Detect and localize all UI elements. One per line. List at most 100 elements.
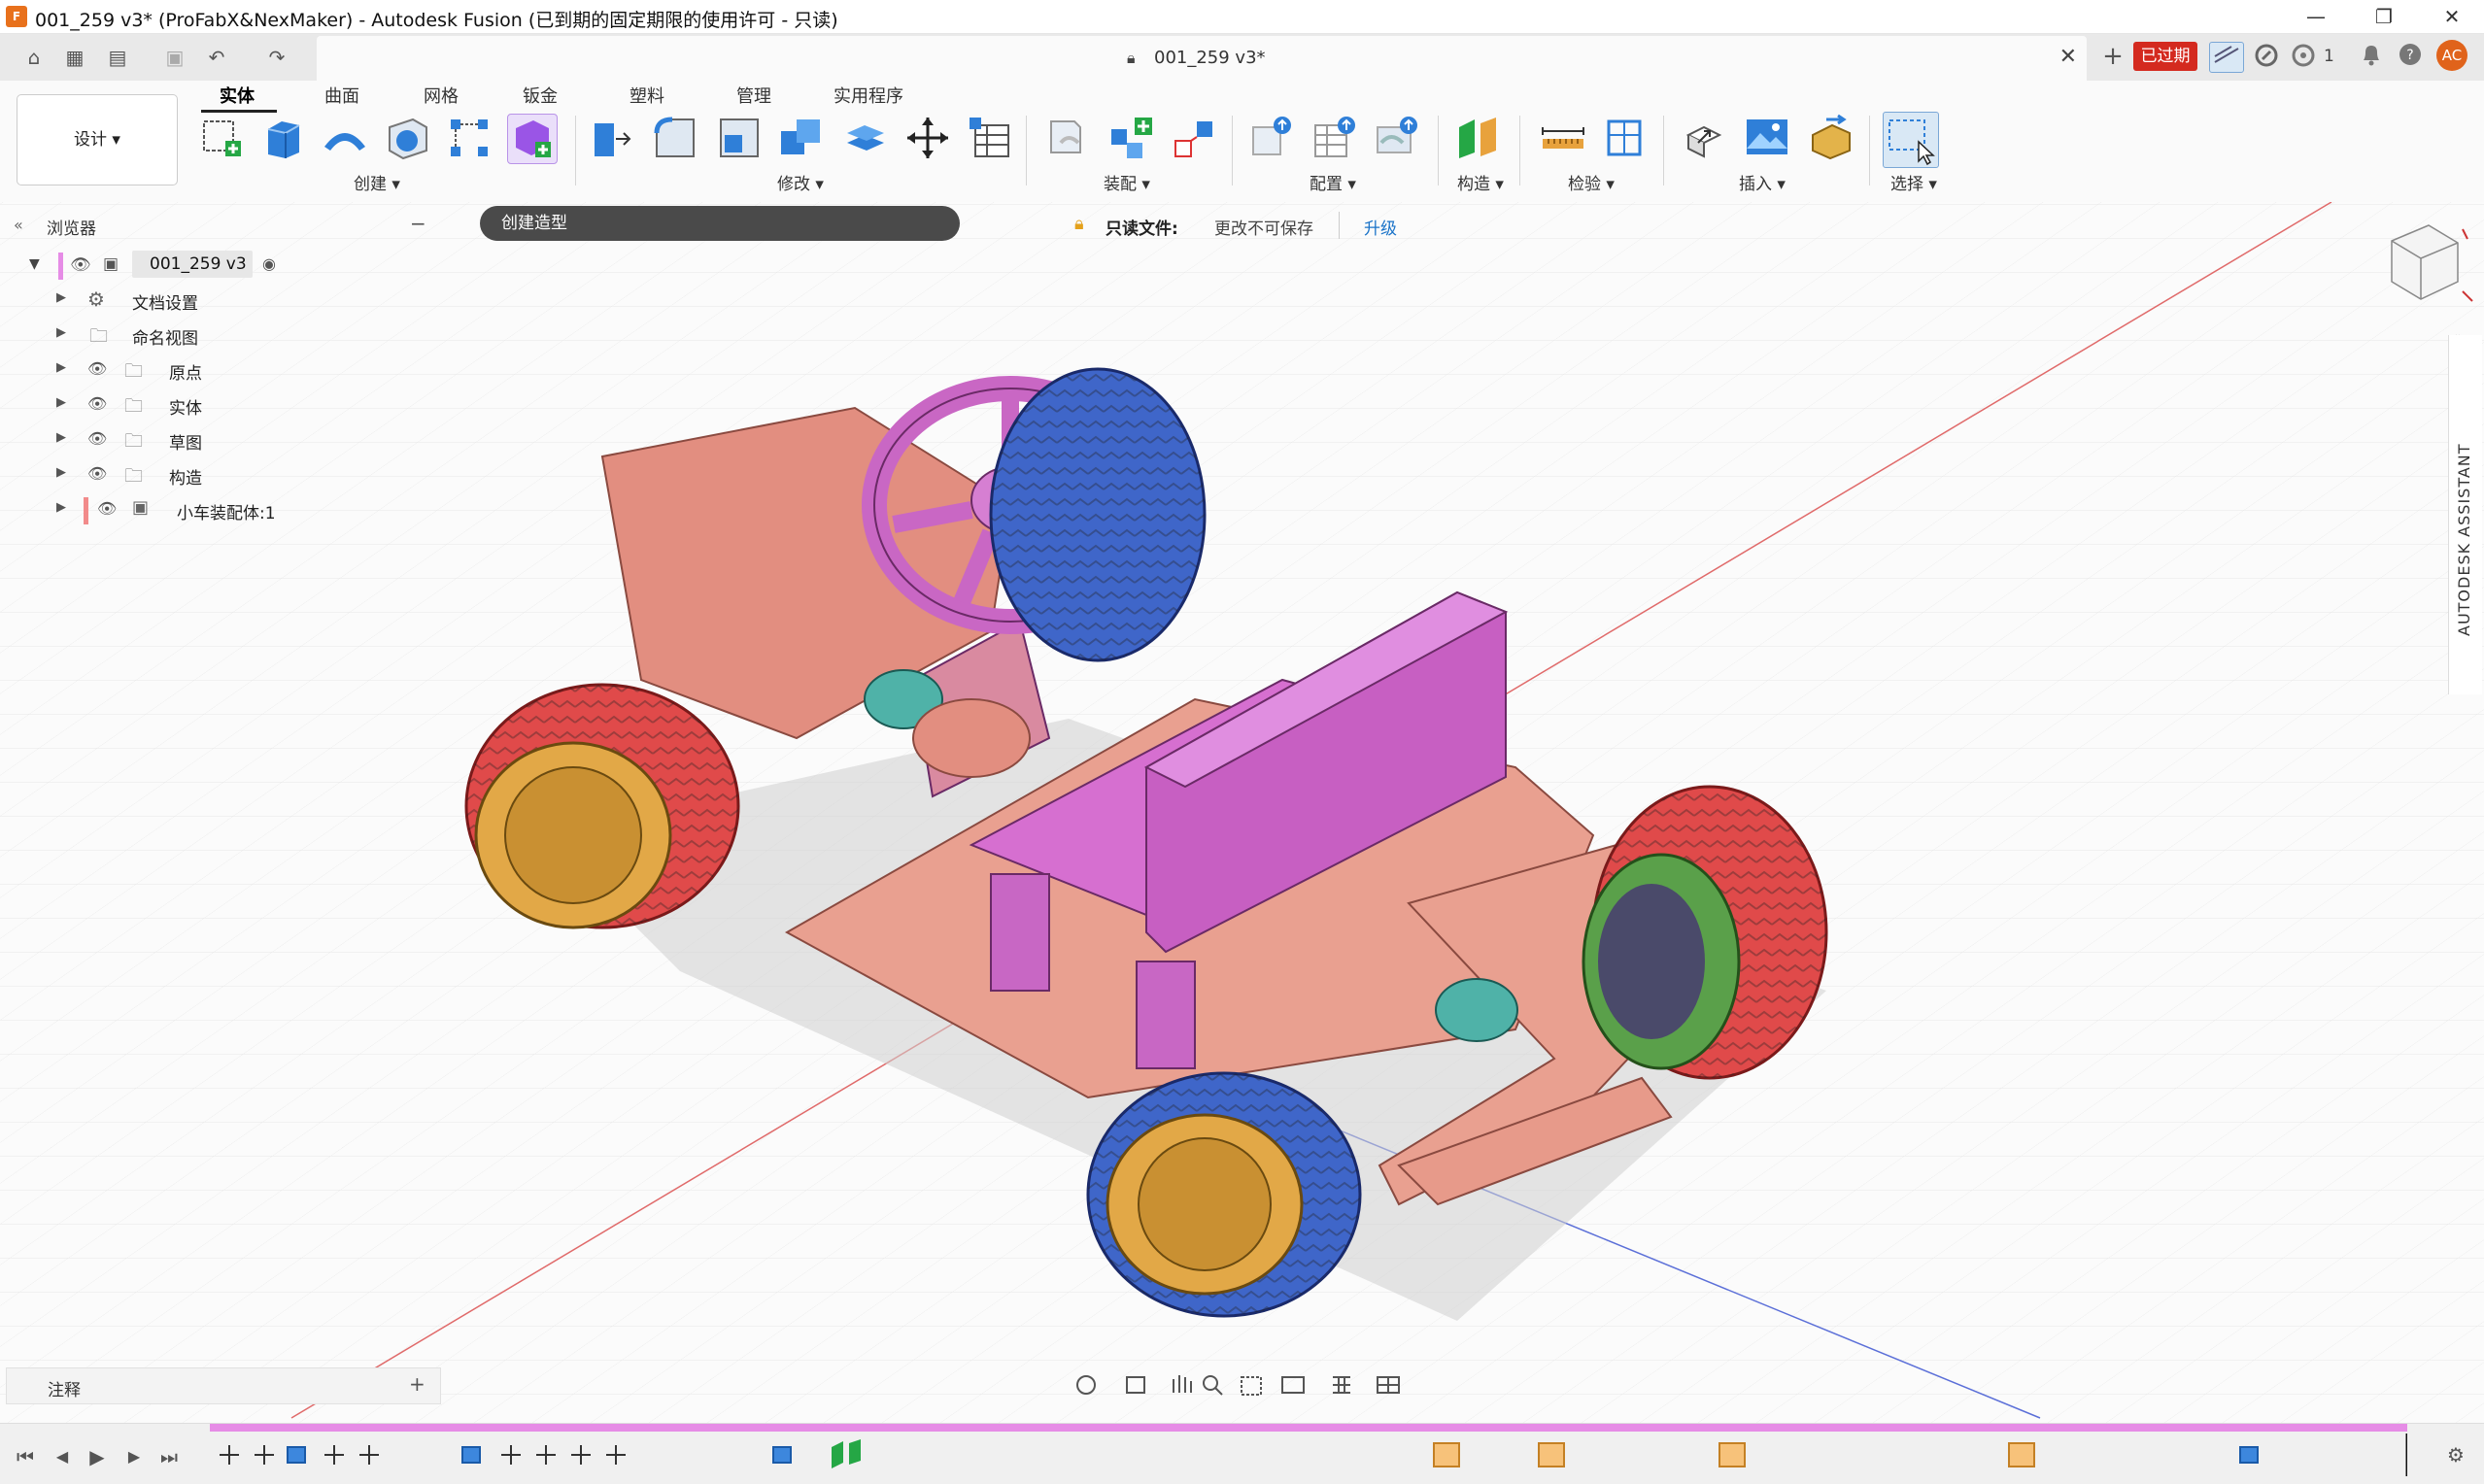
home-icon[interactable]: ⌂ xyxy=(17,44,51,71)
expand-chevron-icon[interactable]: ▶ xyxy=(56,360,66,375)
file-menu-icon[interactable]: ▤ xyxy=(101,44,134,71)
fillet-icon[interactable] xyxy=(651,114,699,162)
visibility-eye-icon[interactable]: 👁︎ xyxy=(97,499,117,518)
timeline-last-button[interactable]: ⏭ xyxy=(155,1443,183,1470)
browser-collapse-button[interactable]: − xyxy=(410,212,426,235)
new-component-icon[interactable] xyxy=(1045,114,1094,162)
pattern-icon[interactable] xyxy=(445,114,493,162)
extensions-icon[interactable] xyxy=(2209,42,2244,73)
tree-item[interactable]: ▶ 👁︎ 🗀 草图 xyxy=(0,425,311,458)
restore-button[interactable]: ❐ xyxy=(2355,0,2413,33)
offset-face-icon[interactable] xyxy=(841,114,890,162)
new-tab-button[interactable]: + xyxy=(2096,42,2129,71)
collapse-panel-icon[interactable]: « xyxy=(14,216,23,234)
tree-item[interactable]: ▶ 👁︎ 🗀 原点 xyxy=(0,355,311,388)
redo-icon[interactable]: ↷ xyxy=(260,44,293,71)
tab-surface[interactable]: 曲面 xyxy=(324,83,359,108)
create-sketch-icon[interactable] xyxy=(198,114,247,162)
data-panel-icon[interactable]: ▦ xyxy=(58,44,91,71)
expand-chevron-icon[interactable]: ▶ xyxy=(56,290,66,305)
timeline-prev-button[interactable]: ◀ xyxy=(49,1443,76,1470)
tab-manage[interactable]: 管理 xyxy=(736,83,771,108)
measure-icon[interactable] xyxy=(1539,114,1587,162)
tab-solid[interactable]: 实体 xyxy=(220,83,255,108)
tree-item[interactable]: ▶ 👁︎ 🗀 实体 xyxy=(0,390,311,423)
close-window-button[interactable]: ✕ xyxy=(2423,0,2481,33)
insert-derive-icon[interactable] xyxy=(1681,114,1729,162)
section-analysis-icon[interactable] xyxy=(1601,114,1650,162)
configure-theme-icon[interactable] xyxy=(1374,114,1422,162)
timeline-play-button[interactable]: ▶ xyxy=(84,1443,111,1470)
change-parameters-icon[interactable] xyxy=(966,114,1014,162)
tab-utilities[interactable]: 实用程序 xyxy=(834,83,903,108)
timeline-features[interactable] xyxy=(210,1433,2407,1476)
undo-icon[interactable]: ↶ xyxy=(200,44,233,71)
separator xyxy=(1232,116,1233,186)
tree-item[interactable]: ▶ ⚙ 文档设置 xyxy=(0,286,311,319)
save-icon[interactable]: ▣ xyxy=(158,44,191,71)
activate-radio-icon[interactable]: ◉ xyxy=(262,254,276,273)
timeline-next-button[interactable]: ▶ xyxy=(120,1443,148,1470)
create-group-label[interactable]: 创建 ▾ xyxy=(354,170,400,194)
job-status-icon[interactable] xyxy=(2287,42,2320,71)
user-avatar[interactable]: AC xyxy=(2436,40,2467,71)
inspect-group-label[interactable]: 检验 ▾ xyxy=(1568,170,1615,194)
as-built-joint-icon[interactable] xyxy=(1170,114,1218,162)
license-expired-badge[interactable]: 已过期 xyxy=(2133,42,2197,71)
expand-chevron-icon[interactable]: ▶ xyxy=(56,430,66,445)
annotations-add-button[interactable]: + xyxy=(409,1372,425,1396)
tree-item[interactable]: ▶ 👁︎ ▣ 小车装配体:1 xyxy=(0,495,311,528)
combine-icon[interactable] xyxy=(777,114,826,162)
minimize-button[interactable]: — xyxy=(2287,0,2345,33)
insert-mcmaster-icon[interactable] xyxy=(1807,114,1855,162)
notifications-bell-icon[interactable] xyxy=(2355,42,2388,71)
online-status-icon[interactable] xyxy=(2250,42,2283,71)
chamfer-icon[interactable] xyxy=(715,114,764,162)
document-tab[interactable]: 🔒︎ 001_259 v3* ✕ xyxy=(317,36,2087,81)
create-form-icon[interactable] xyxy=(507,114,558,164)
annotations-panel[interactable]: 注释 + xyxy=(6,1367,441,1404)
3d-viewport[interactable] xyxy=(0,202,2484,1423)
configure-icon[interactable] xyxy=(1249,114,1298,162)
insert-group-label[interactable]: 插入 ▾ xyxy=(1739,170,1786,194)
configure-group-label[interactable]: 配置 ▾ xyxy=(1310,170,1356,194)
timeline-settings-icon[interactable]: ⚙ xyxy=(2442,1441,2469,1468)
sweep-icon[interactable] xyxy=(321,114,369,162)
offset-plane-icon[interactable] xyxy=(1453,114,1502,162)
visibility-eye-icon[interactable]: 👁︎ xyxy=(87,429,107,448)
browser-title: 浏览器 xyxy=(47,219,96,239)
help-icon[interactable]: ? xyxy=(2394,42,2427,71)
shell-icon[interactable] xyxy=(384,114,432,162)
expand-chevron-icon[interactable]: ▶ xyxy=(56,325,66,340)
expand-chevron-icon[interactable]: ▶ xyxy=(56,395,66,410)
assemble-group-label[interactable]: 装配 ▾ xyxy=(1104,170,1150,194)
close-document-button[interactable]: ✕ xyxy=(2059,45,2077,69)
tree-item[interactable]: ▶ 🗀 命名视图 xyxy=(0,320,311,354)
modify-group-label[interactable]: 修改 ▾ xyxy=(777,170,824,194)
press-pull-icon[interactable] xyxy=(587,114,635,162)
select-group-label[interactable]: 选择 ▾ xyxy=(1890,170,1937,194)
tree-root[interactable]: ▼ 👁︎ ▣ 001_259 v3 ◉ xyxy=(0,251,311,284)
visibility-eye-icon[interactable]: 👁︎ xyxy=(87,394,107,413)
visibility-eye-icon[interactable]: 👁︎ xyxy=(87,464,107,483)
visibility-eye-icon[interactable]: 👁︎ xyxy=(87,359,107,378)
workspace-switcher-button[interactable]: 设计 ▾ xyxy=(17,94,178,186)
autodesk-assistant-tab[interactable]: AUTODESK ASSISTANT xyxy=(2448,335,2482,694)
joint-icon[interactable] xyxy=(1107,114,1156,162)
upgrade-link[interactable]: 升级 xyxy=(1364,215,1397,239)
construct-group-label[interactable]: 构造 ▾ xyxy=(1457,170,1504,194)
configuration-table-icon[interactable] xyxy=(1311,114,1360,162)
tree-item[interactable]: ▶ 👁︎ 🗀 构造 xyxy=(0,460,311,493)
expand-chevron-icon[interactable]: ▼ xyxy=(29,256,40,272)
expand-chevron-icon[interactable]: ▶ xyxy=(56,465,66,480)
insert-canvas-icon[interactable] xyxy=(1743,114,1791,162)
timeline-first-button[interactable]: ⏮ xyxy=(12,1443,39,1470)
move-copy-icon[interactable] xyxy=(903,114,952,162)
expand-chevron-icon[interactable]: ▶ xyxy=(56,500,66,515)
extrude-icon[interactable] xyxy=(260,114,309,162)
tab-sheet-metal[interactable]: 钣金 xyxy=(523,83,558,108)
tab-mesh[interactable]: 网格 xyxy=(424,83,459,108)
tab-plastic[interactable]: 塑料 xyxy=(630,83,664,108)
visibility-eye-icon[interactable]: 👁︎ xyxy=(70,255,91,275)
select-tool-icon[interactable] xyxy=(1883,112,1939,168)
